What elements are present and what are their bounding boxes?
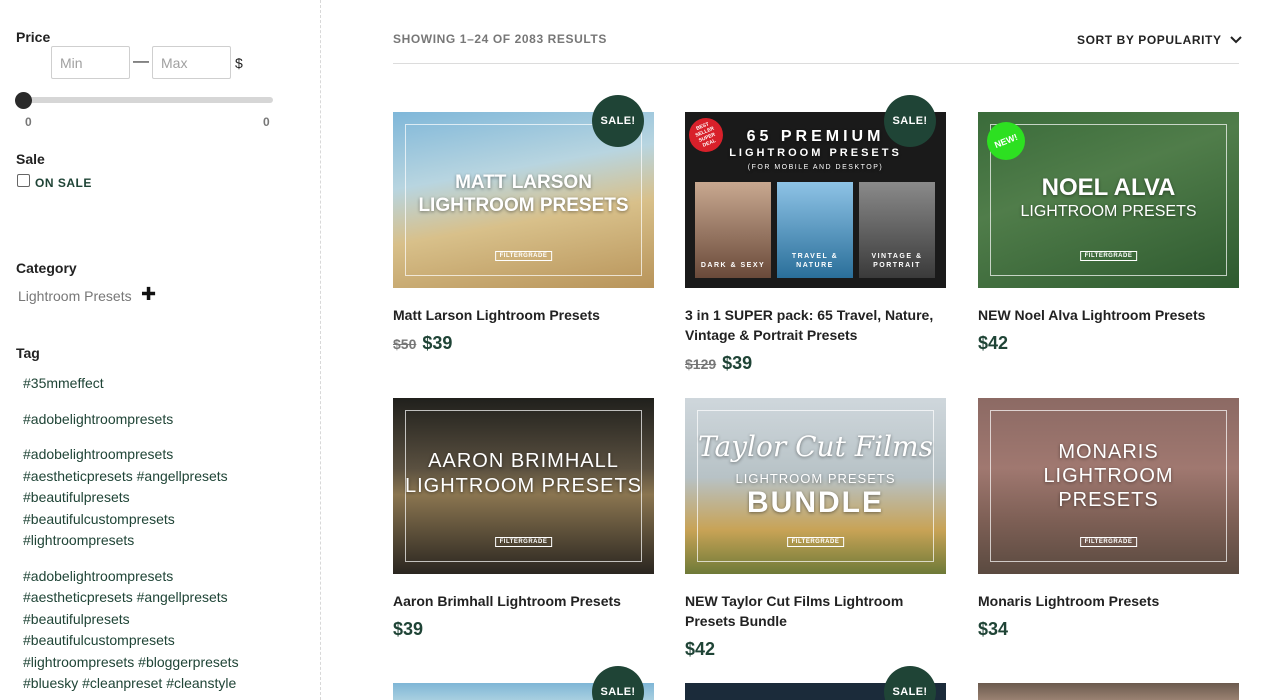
product-thumbnail-partial[interactable]: [978, 683, 1239, 700]
tag-link[interactable]: #lightroompresets #bloggerpresets: [23, 654, 239, 670]
tag-link[interactable]: #beautifulcustompresets: [23, 511, 175, 527]
thumb-subtitle: LIGHTROOM: [1043, 465, 1174, 487]
results-count: SHOWING 1–24 OF 2083 RESULTS: [393, 32, 607, 46]
product-card[interactable]: MATT LARSON LIGHTROOM PRESETS FILTERGRAD…: [393, 112, 654, 354]
product-name[interactable]: Matt Larson Lightroom Presets: [393, 305, 654, 325]
brand-logo: FILTERGRADE: [786, 537, 845, 547]
price-max-input[interactable]: [152, 46, 231, 79]
category-lightroom-presets[interactable]: Lightroom Presets: [18, 288, 132, 304]
price-filter-title: Price: [16, 29, 51, 45]
tag-group: #adobelightroompresets #aestheticpresets …: [23, 566, 313, 700]
product-price: $42: [978, 333, 1239, 354]
thumb-title: AARON BRIMHALL: [428, 450, 619, 472]
on-sale-checkbox[interactable]: [17, 174, 30, 187]
sort-dropdown[interactable]: SORT BY POPULARITY: [1077, 33, 1242, 47]
current-price: $34: [978, 619, 1009, 639]
product-card[interactable]: 65 PREMIUM LIGHTROOM PRESETS (FOR MOBILE…: [685, 112, 946, 374]
sale-badge: SALE!: [592, 666, 644, 700]
current-price: $39: [722, 353, 753, 373]
tag-link[interactable]: #aestheticpresets #angellpresets: [23, 468, 228, 484]
panel-dark-sexy: DARK & SEXY: [695, 182, 771, 278]
product-card[interactable]: NOEL ALVA LIGHTROOM PRESETS FILTERGRADE …: [978, 112, 1239, 354]
product-thumbnail[interactable]: NOEL ALVA LIGHTROOM PRESETS FILTERGRADE …: [978, 112, 1239, 288]
brand-logo: FILTERGRADE: [494, 537, 553, 547]
filter-sidebar: Price — $ 0 0 Sale ON SALE Category Ligh…: [0, 0, 321, 700]
brand-logo: FILTERGRADE: [1079, 537, 1138, 547]
thumb-subtitle: LIGHTROOM PRESETS: [404, 475, 643, 497]
product-card[interactable]: Taylor Cut Films LIGHTROOM PRESETS BUNDL…: [685, 398, 946, 660]
product-name[interactable]: 3 in 1 SUPER pack: 65 Travel, Nature, Vi…: [685, 305, 946, 345]
product-price: $129 $39: [685, 353, 946, 374]
product-price: $39: [393, 619, 654, 640]
product-name[interactable]: NEW Taylor Cut Films Lightroom Presets B…: [685, 591, 946, 631]
category-expand-plus-icon[interactable]: ✚: [141, 284, 156, 305]
old-price: $50: [393, 336, 417, 352]
thumb-subtitle-2: PRESETS: [1058, 489, 1159, 511]
thumb-title: MATT LARSON: [455, 172, 592, 193]
product-name[interactable]: Monaris Lightroom Presets: [978, 591, 1239, 611]
product-thumbnail[interactable]: AARON BRIMHALL LIGHTROOM PRESETS FILTERG…: [393, 398, 654, 574]
preset-panels: DARK & SEXY TRAVEL & NATURE VINTAGE & PO…: [695, 182, 935, 278]
sale-badge: SALE!: [592, 95, 644, 147]
product-price: $42: [685, 639, 946, 660]
tag-link[interactable]: #dreamtravel #influencerpost: [23, 697, 204, 700]
thumb-title: MONARIS: [1058, 441, 1159, 463]
thumb-note: (FOR MOBILE AND DESKTOP): [747, 164, 884, 171]
current-price: $39: [422, 333, 453, 353]
sale-badge: SALE!: [884, 666, 936, 700]
price-min-input[interactable]: [51, 46, 130, 79]
tag-link[interactable]: #adobelightroompresets: [23, 446, 173, 462]
slider-min-label: 0: [25, 115, 32, 129]
tag-list: #35mmeffect #adobelightroompresets #adobel…: [23, 373, 313, 700]
tag-link[interactable]: #aestheticpresets #angellpresets: [23, 589, 228, 605]
thumb-bundle: BUNDLE: [747, 486, 884, 519]
tag-link[interactable]: #35mmeffect: [23, 375, 104, 391]
current-price: $42: [978, 333, 1009, 353]
tag-link[interactable]: #bluesky #cleanpreset #cleanstyle: [23, 675, 236, 691]
product-thumbnail[interactable]: MONARIS LIGHTROOM PRESETS FILTERGRADE: [978, 398, 1239, 574]
old-price: $129: [685, 356, 717, 372]
thumb-subtitle: LIGHTROOM PRESETS: [418, 195, 629, 216]
product-price: $50 $39: [393, 333, 654, 354]
panel-vintage-portrait: VINTAGE & PORTRAIT: [859, 182, 935, 278]
tag-filter-title: Tag: [16, 345, 40, 361]
thumb-title: NOEL ALVA: [1041, 174, 1176, 201]
currency-symbol: $: [235, 55, 243, 71]
on-sale-label[interactable]: ON SALE: [35, 176, 92, 190]
panel-travel-nature: TRAVEL & NATURE: [777, 182, 853, 278]
thumb-subtitle: LIGHTROOM PRESETS: [729, 147, 902, 159]
slider-max-label: 0: [263, 115, 270, 129]
chevron-down-icon: [1229, 36, 1242, 44]
product-card[interactable]: MONARIS LIGHTROOM PRESETS FILTERGRADE Mo…: [978, 398, 1239, 640]
tag-link[interactable]: #beautifulcustompresets: [23, 632, 175, 648]
category-filter-title: Category: [16, 260, 77, 276]
product-price: $34: [978, 619, 1239, 640]
tag-link[interactable]: #beautifulpresets: [23, 611, 130, 627]
thumb-subtitle: LIGHTROOM PRESETS: [735, 471, 896, 486]
tag-group: #adobelightroompresets: [23, 409, 313, 431]
thumb-subtitle: LIGHTROOM PRESETS: [1020, 203, 1197, 220]
brand-logo: FILTERGRADE: [494, 251, 553, 261]
product-name[interactable]: NEW Noel Alva Lightroom Presets: [978, 305, 1239, 325]
product-card[interactable]: AARON BRIMHALL LIGHTROOM PRESETS FILTERG…: [393, 398, 654, 640]
sale-badge: SALE!: [884, 95, 936, 147]
tag-link[interactable]: #adobelightroompresets: [23, 568, 173, 584]
price-slider-track[interactable]: [22, 97, 273, 103]
sale-filter-title: Sale: [16, 151, 45, 167]
tag-link[interactable]: #beautifulpresets: [23, 489, 130, 505]
product-thumbnail[interactable]: Taylor Cut Films LIGHTROOM PRESETS BUNDL…: [685, 398, 946, 574]
tag-link[interactable]: #adobelightroompresets: [23, 411, 173, 427]
tag-group: #adobelightroompresets #aestheticpresets …: [23, 444, 313, 552]
tag-group: #35mmeffect: [23, 373, 313, 395]
price-separator: —: [133, 53, 149, 70]
thumb-title: Taylor Cut Films: [698, 430, 933, 463]
current-price: $39: [393, 619, 424, 639]
current-price: $42: [685, 639, 716, 659]
header-divider: [393, 63, 1239, 64]
sort-label: SORT BY POPULARITY: [1077, 33, 1222, 47]
product-name[interactable]: Aaron Brimhall Lightroom Presets: [393, 591, 654, 611]
price-slider-handle[interactable]: [15, 92, 32, 109]
tag-link[interactable]: #lightroompresets: [23, 532, 134, 548]
brand-logo: FILTERGRADE: [1079, 251, 1138, 261]
